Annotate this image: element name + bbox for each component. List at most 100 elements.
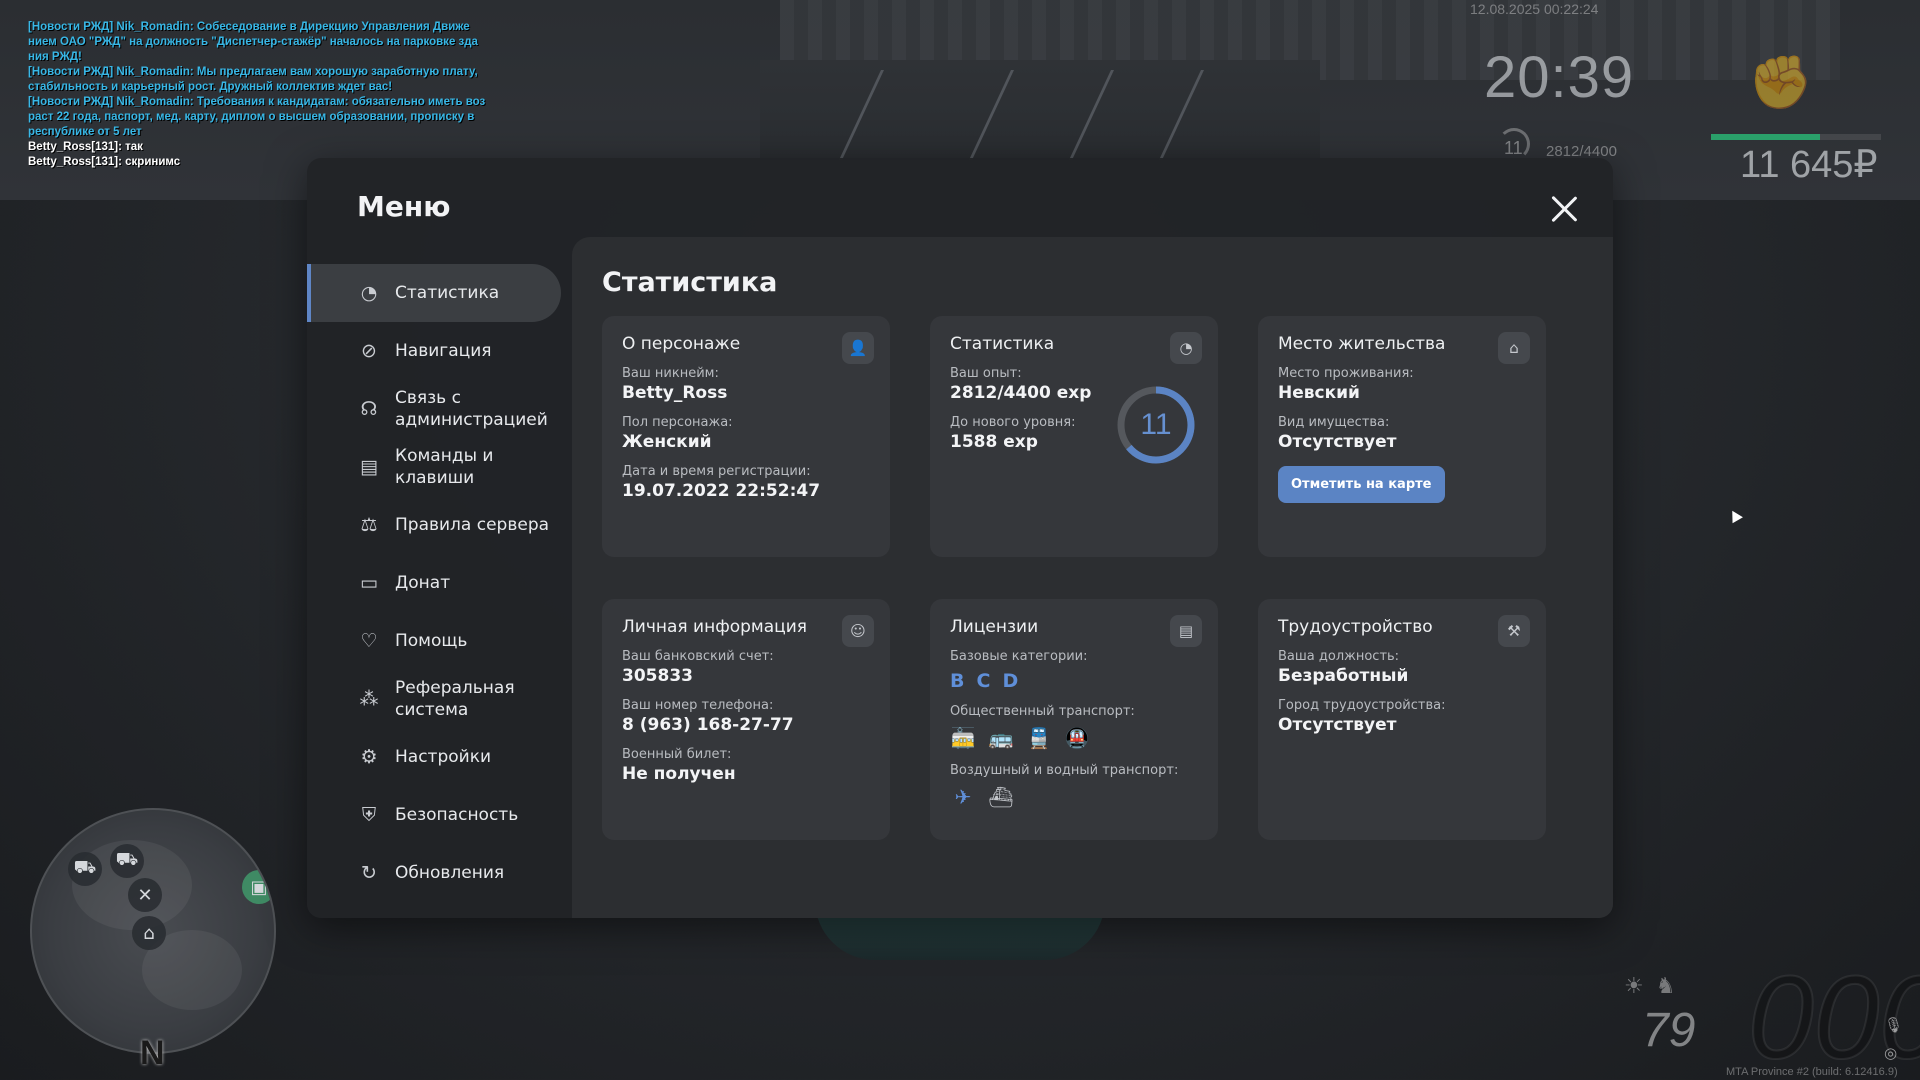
gear-icon: ⚙ bbox=[360, 746, 378, 768]
build-info: MTA Province #2 (build: 6.12416.9) bbox=[1726, 1066, 1898, 1078]
hud-datetime: 12.08.2025 00:22:24 bbox=[1470, 1, 1599, 17]
menu-window: Меню ◔ Статистика ⊘ Навигация ☊ Связь с админ… bbox=[307, 158, 1613, 918]
fist-weapon-icon: ✊ bbox=[1748, 53, 1813, 113]
employment-card: Трудоустройство ⚒ Ваша должность: Безраб… bbox=[1258, 599, 1546, 840]
tram-icon: 🚋 bbox=[950, 726, 976, 750]
sidebar-item-admin[interactable]: ☊ Связь с администрацией bbox=[307, 380, 561, 438]
sidebar-item-stats[interactable]: ◔ Статистика bbox=[307, 264, 561, 322]
chat-line: стабильность и карьерный рост. Дружный к… bbox=[28, 81, 393, 93]
bus-icon: 🚌 bbox=[988, 726, 1014, 750]
chat-line: [Новости РЖД] Nik_Romadin: Требования к … bbox=[28, 96, 486, 108]
sidebar-item-label: Навигация bbox=[395, 341, 492, 361]
sidebar-item-label: Обновления bbox=[395, 863, 505, 883]
public-transport-label: Общественный транспорт: bbox=[950, 704, 1135, 719]
panel-title: Статистика bbox=[602, 267, 778, 298]
user-circle-icon: ☺ bbox=[842, 615, 874, 647]
sidebar-item-navigation[interactable]: ⊘ Навигация bbox=[307, 322, 561, 380]
hud-money: 11 645₽ bbox=[1740, 144, 1878, 186]
mark-on-map-button[interactable]: Отметить на карте bbox=[1278, 466, 1445, 503]
document-icon: ▤ bbox=[360, 456, 378, 478]
mouse-cursor bbox=[1727, 507, 1743, 524]
sidebar-item-donate[interactable]: ▭ Донат bbox=[307, 554, 561, 612]
card-title: Лицензии bbox=[950, 617, 1039, 637]
shield-icon: ⛨ bbox=[361, 804, 377, 826]
bus-map-icon: ▣ bbox=[242, 870, 274, 904]
character-card: О персонаже 👤 Ваш никнейм: Betty_Ross По… bbox=[602, 316, 890, 557]
wallet-icon: ▭ bbox=[360, 572, 378, 594]
vehicle-status-icons: ☀♞ bbox=[1624, 974, 1688, 999]
license-category: D bbox=[1002, 670, 1019, 692]
hammer-icon: ⚒ bbox=[1498, 615, 1530, 647]
background-road bbox=[760, 60, 1320, 160]
sidebar-item-updates[interactable]: ↻ Обновления bbox=[307, 844, 561, 902]
exp-label: Ваш опыт: bbox=[950, 366, 1022, 381]
property-value: Отсутствует bbox=[1278, 432, 1397, 452]
sidebar-item-referral[interactable]: ⁂ Реферальная система bbox=[307, 670, 561, 728]
sidebar-item-security[interactable]: ⛨ Безопасность bbox=[307, 786, 561, 844]
property-label: Вид имущества: bbox=[1278, 415, 1390, 430]
house-map-icon: ⌂ bbox=[132, 916, 166, 950]
fuel-level: 79 bbox=[1642, 1004, 1696, 1057]
chat-line: нием ОАО "РЖД" на должность "Диспетчер-с… bbox=[28, 36, 478, 48]
sidebar-item-label: Безопасность bbox=[395, 805, 519, 825]
licenses-card: Лицензии ▤ Базовые категории: BCD Общест… bbox=[930, 599, 1218, 840]
card-title: О персонаже bbox=[622, 334, 741, 354]
sidebar-item-rules[interactable]: ⚖ Правила сервера bbox=[307, 496, 561, 554]
heart-hands-icon: ♡ bbox=[360, 630, 378, 652]
nickname-label: Ваш никнейм: bbox=[622, 366, 719, 381]
card-title: Место жительства bbox=[1278, 334, 1446, 354]
sidebar-item-label: Помощь bbox=[395, 631, 468, 651]
card-title: Трудоустройство bbox=[1278, 617, 1433, 637]
phone-value: 8 (963) 168-27-77 bbox=[622, 715, 794, 735]
personal-info-card: Личная информация ☺ Ваш банковский счет:… bbox=[602, 599, 890, 840]
menu-sidebar: ◔ Статистика ⊘ Навигация ☊ Связь с администра… bbox=[307, 264, 561, 902]
id-card-icon: ▤ bbox=[1170, 615, 1202, 647]
chat-line: ния РЖД! bbox=[28, 51, 82, 63]
hud-clock: 20:39 bbox=[1484, 45, 1635, 110]
sidebar-item-label: Связь с администрацией bbox=[395, 388, 548, 430]
headset-icon: ☊ bbox=[360, 398, 378, 420]
base-categories-label: Базовые категории: bbox=[950, 649, 1088, 664]
truck-map-icon: ⛟ bbox=[68, 852, 102, 886]
metro-icon: 🚇 bbox=[1064, 726, 1090, 750]
compass-north: N bbox=[140, 1034, 165, 1072]
sidebar-item-label: Статистика bbox=[395, 283, 500, 303]
military-label: Военный билет: bbox=[622, 747, 732, 762]
chat-line: Betty_Ross[131]: так bbox=[28, 141, 143, 153]
sidebar-item-label: Правила сервера bbox=[395, 515, 550, 535]
license-category: C bbox=[976, 670, 991, 692]
people-icon: ⁂ bbox=[359, 688, 379, 710]
user-icon: 👤 bbox=[842, 332, 874, 364]
work-city-label: Город трудоустройства: bbox=[1278, 698, 1446, 713]
base-categories: BCD bbox=[950, 670, 1198, 692]
license-category: B bbox=[950, 670, 965, 692]
air-water-label: Воздушный и водный транспорт: bbox=[950, 763, 1179, 778]
ship-icon: ⛴ bbox=[988, 785, 1014, 809]
statistics-card: Статистика ◔ Ваш опыт: 2812/4400 exp До … bbox=[930, 316, 1218, 557]
tools-map-icon: ✕ bbox=[128, 878, 162, 912]
target-icon: ◎ bbox=[1884, 1044, 1898, 1062]
position-value: Безработный bbox=[1278, 666, 1409, 686]
sidebar-item-commands[interactable]: ▤ Команды и клавиши bbox=[307, 438, 561, 496]
gender-label: Пол персонажа: bbox=[622, 415, 733, 430]
truck-map-icon: ⛟ bbox=[110, 844, 144, 878]
hud-health-bar bbox=[1711, 134, 1881, 140]
chat-line: [Новости РЖД] Nik_Romadin: Мы предлагаем… bbox=[28, 66, 478, 78]
phone-label: Ваш номер телефона: bbox=[622, 698, 774, 713]
minimap: ⛟ ⛟ ✕ ▣ ⌂ bbox=[30, 808, 276, 1054]
compass-icon: ⊘ bbox=[361, 340, 377, 362]
chat-line: [Новости РЖД] Nik_Romadin: Собеседование… bbox=[28, 21, 470, 33]
chat-line: раст 22 года, паспорт, мед. карту, дипло… bbox=[28, 111, 475, 123]
sidebar-item-settings[interactable]: ⚙ Настройки bbox=[307, 728, 561, 786]
sidebar-item-label: Донат bbox=[395, 573, 451, 593]
public-transport-licenses: 🚋 🚌 🚆 🚇 bbox=[950, 725, 1198, 751]
hud-health-bar-fill bbox=[1711, 134, 1820, 140]
gender-value: Женский bbox=[622, 432, 712, 452]
bank-label: Ваш банковский счет: bbox=[622, 649, 774, 664]
sidebar-item-help[interactable]: ♡ Помощь bbox=[307, 612, 561, 670]
scales-icon: ⚖ bbox=[360, 514, 378, 536]
home-icon: ⌂ bbox=[1498, 332, 1530, 364]
close-icon[interactable] bbox=[1547, 192, 1581, 226]
refresh-check-icon: ↻ bbox=[361, 862, 377, 884]
level-number: 11 bbox=[1140, 408, 1172, 441]
